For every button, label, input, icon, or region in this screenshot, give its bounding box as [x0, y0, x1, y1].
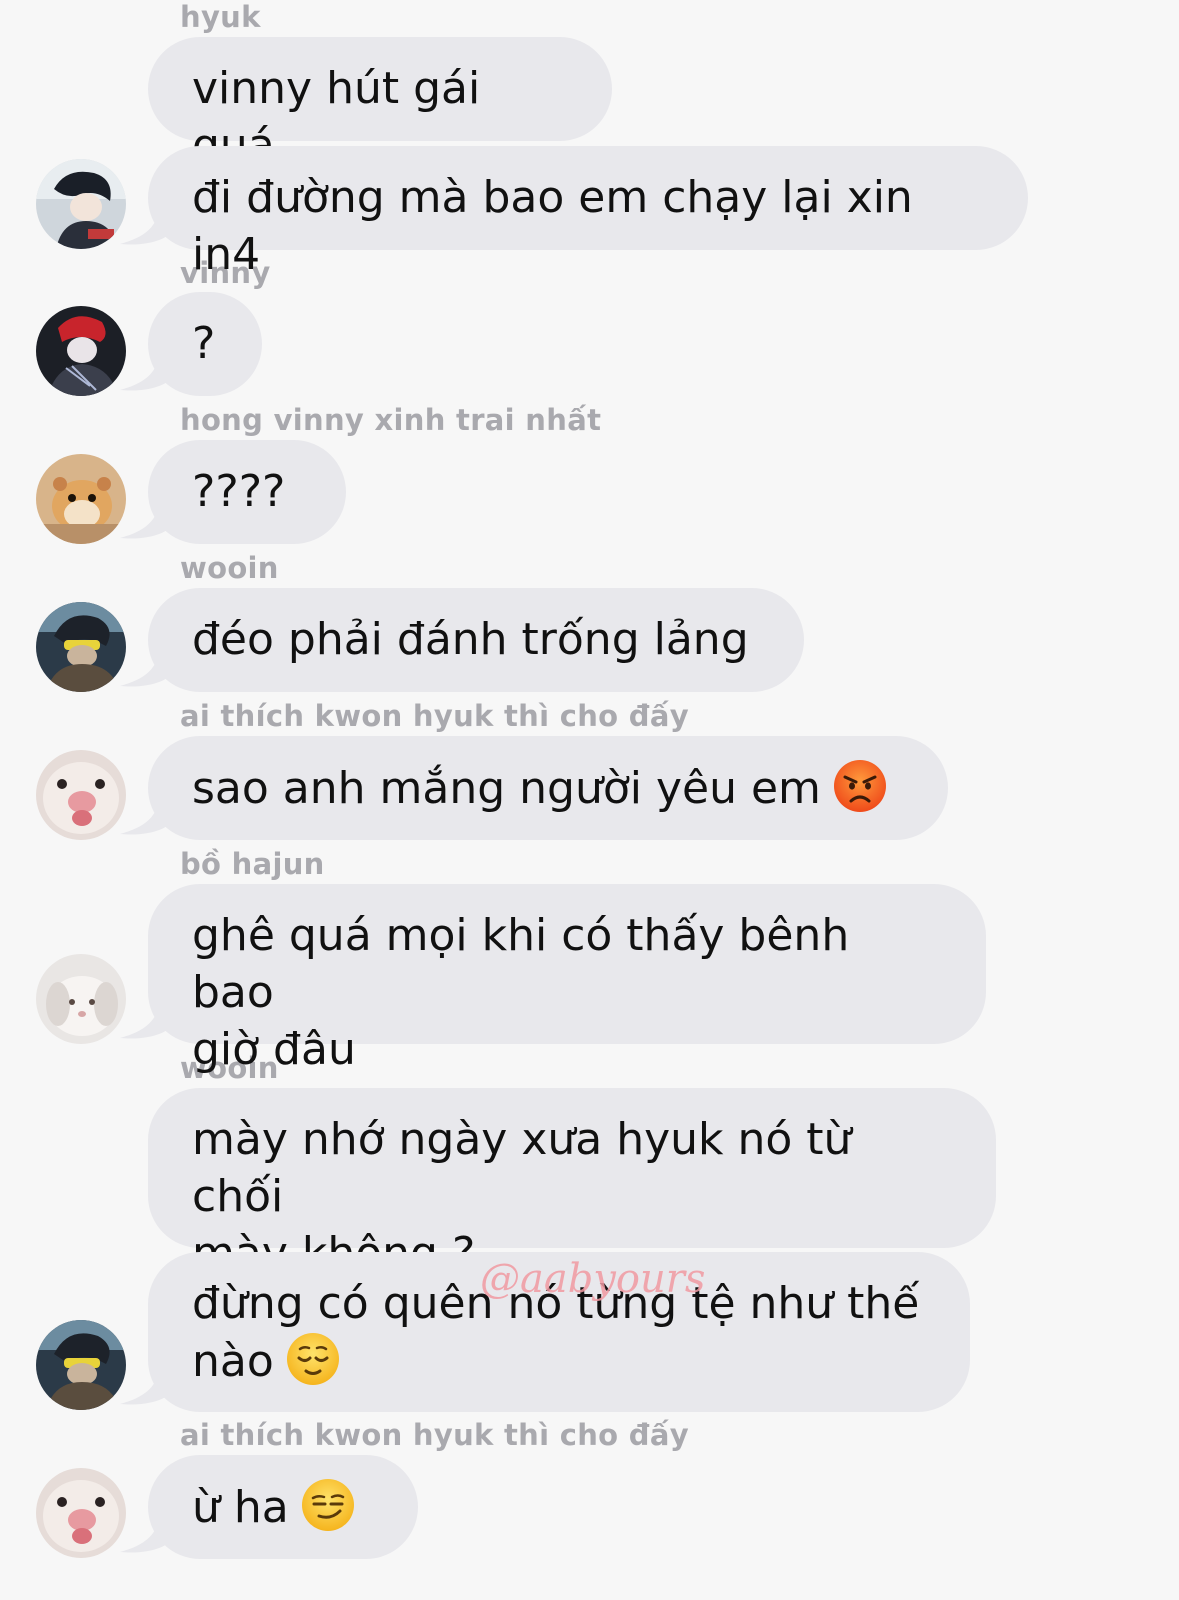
sender-name: hong vinny xinh trai nhất: [180, 403, 602, 437]
message-text: ghê quá mọi khi có thấy bênh bao giờ đâu: [192, 910, 850, 1075]
message-bubble[interactable]: ?: [148, 292, 262, 396]
avatar[interactable]: [36, 1320, 126, 1410]
message-bubble[interactable]: ????: [148, 440, 346, 544]
sender-name: hyuk: [180, 0, 261, 34]
message-bubble[interactable]: ừ ha: [148, 1455, 418, 1559]
avatar[interactable]: [36, 454, 126, 544]
message-bubble[interactable]: đéo phải đánh trống lảng: [148, 588, 804, 692]
avatar[interactable]: [36, 306, 126, 396]
smirking-face-icon: [301, 1478, 355, 1532]
sender-name: ai thích kwon hyuk thì cho đấy: [180, 1418, 689, 1452]
avatar[interactable]: [36, 602, 126, 692]
sender-name: bồ hajun: [180, 847, 325, 881]
message-text: ????: [192, 466, 286, 517]
message-text: đi đường mà bao em chạy lại xin in4: [192, 172, 927, 280]
avatar[interactable]: [36, 750, 126, 840]
message-bubble[interactable]: sao anh mắng người yêu em: [148, 736, 948, 840]
message-text: đéo phải đánh trống lảng: [192, 614, 749, 665]
message-bubble[interactable]: vinny hút gái quá: [148, 37, 612, 171]
sender-name: ai thích kwon hyuk thì cho đấy: [180, 699, 689, 733]
angry-face-icon: [833, 759, 887, 813]
message-text: ?: [192, 318, 216, 369]
message-bubble[interactable]: ghê quá mọi khi có thấy bênh bao giờ đâu: [148, 884, 986, 1075]
avatar[interactable]: [36, 954, 126, 1044]
message-bubble[interactable]: mày nhớ ngày xưa hyuk nó từ chối mày khô…: [148, 1088, 996, 1279]
message-text: sao anh mắng người yêu em: [192, 763, 821, 814]
sender-name: wooin: [180, 551, 279, 585]
relieved-face-icon: [286, 1332, 340, 1386]
avatar[interactable]: [36, 1468, 126, 1558]
avatar[interactable]: [36, 159, 126, 249]
message-bubble[interactable]: đi đường mà bao em chạy lại xin in4: [148, 146, 1028, 280]
message-text: ừ ha: [192, 1482, 289, 1533]
watermark: @aabyours: [480, 1256, 706, 1302]
